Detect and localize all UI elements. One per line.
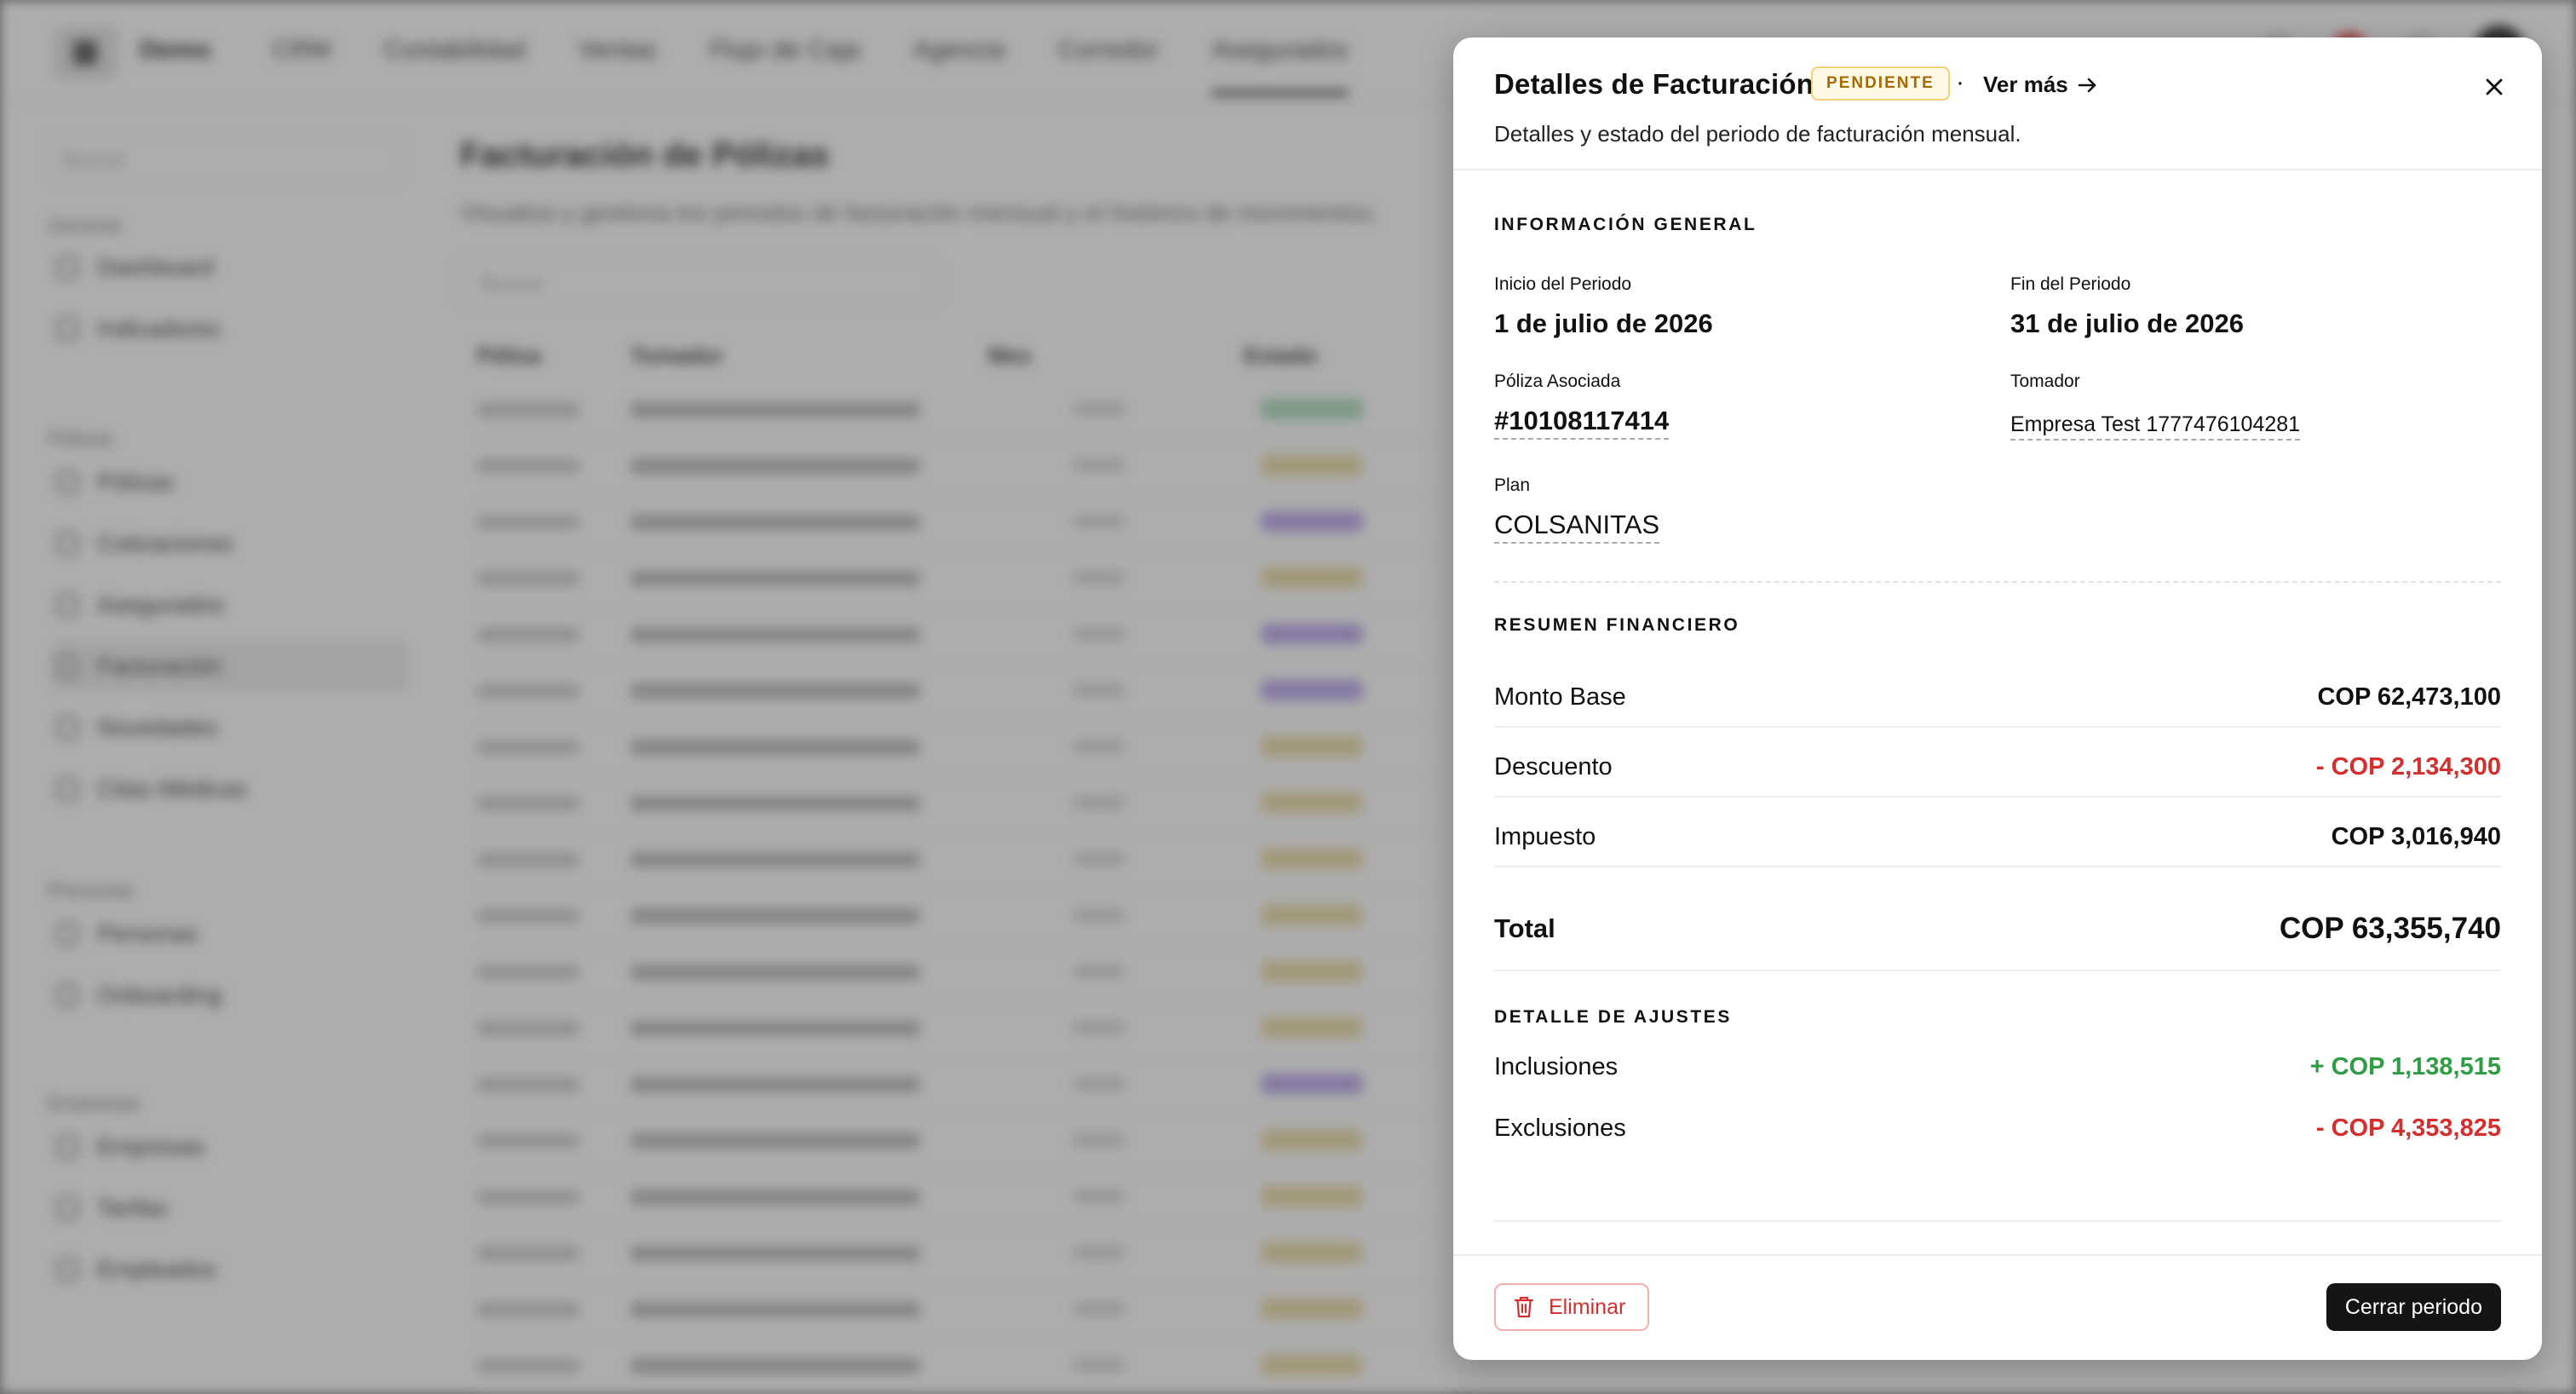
section-divider bbox=[1494, 581, 2501, 583]
tax-value: COP 3,016,940 bbox=[2331, 823, 2501, 850]
dialog-footer: Eliminar Cerrar periodo bbox=[1453, 1254, 2542, 1360]
period-start-value: 1 de julio de 2026 bbox=[1494, 308, 1713, 338]
holder-label: Tomador bbox=[2010, 372, 2080, 391]
plan-label: Plan bbox=[1494, 475, 1531, 495]
tax-label: Impuesto bbox=[1494, 823, 1596, 850]
header-separator: · bbox=[1956, 68, 1964, 96]
discount-value: - COP 2,134,300 bbox=[2315, 753, 2501, 781]
delete-label: Eliminar bbox=[1549, 1294, 1626, 1319]
inclusions-value: + COP 1,138,515 bbox=[2309, 1053, 2501, 1080]
dialog-header: Detalles de Facturación PENDIENTE · Ver … bbox=[1453, 37, 2542, 170]
section-title-adjustments: DETALLE DE AJUSTES bbox=[1494, 1007, 1732, 1027]
holder-link[interactable]: Empresa Test 1777476104281 bbox=[2010, 412, 2301, 441]
status-badge: PENDIENTE bbox=[1811, 66, 1950, 101]
period-end-value: 31 de julio de 2026 bbox=[2010, 308, 2244, 338]
section-divider bbox=[1494, 970, 2501, 971]
inclusions-label: Inclusiones bbox=[1494, 1053, 1619, 1080]
period-start-label: Inicio del Periodo bbox=[1494, 274, 1632, 294]
trash-icon bbox=[1514, 1296, 1534, 1318]
close-button[interactable] bbox=[2484, 72, 2504, 105]
dialog-subtitle: Detalles y estado del periodo de factura… bbox=[1494, 121, 2021, 147]
policy-label: Póliza Asociada bbox=[1494, 372, 1621, 391]
row-divider bbox=[1494, 726, 2501, 728]
section-title-financial: RESUMEN FINANCIERO bbox=[1494, 615, 1740, 635]
delete-button[interactable]: Eliminar bbox=[1494, 1283, 1650, 1331]
policy-link[interactable]: #10108117414 bbox=[1494, 406, 1670, 440]
exclusions-value: - COP 4,353,825 bbox=[2315, 1115, 2501, 1142]
section-title-general: INFORMACIÓN GENERAL bbox=[1494, 215, 1757, 234]
row-divider bbox=[1494, 796, 2501, 798]
close-icon bbox=[2486, 78, 2503, 95]
base-amount-value: COP 62,473,100 bbox=[2317, 683, 2501, 711]
exclusions-label: Exclusiones bbox=[1494, 1115, 1626, 1142]
total-label: Total bbox=[1494, 913, 1555, 943]
see-more-label: Ver más bbox=[1983, 72, 2068, 97]
base-amount-label: Monto Base bbox=[1494, 683, 1626, 711]
row-divider bbox=[1494, 866, 2501, 867]
see-more-link[interactable]: Ver más bbox=[1983, 72, 2098, 98]
close-period-button[interactable]: Cerrar periodo bbox=[2326, 1283, 2501, 1331]
section-divider bbox=[1494, 1220, 2501, 1222]
arrow-right-icon bbox=[2078, 78, 2096, 93]
billing-details-dialog: Detalles de Facturación PENDIENTE · Ver … bbox=[1453, 37, 2542, 1360]
total-value: COP 63,355,740 bbox=[2279, 912, 2501, 945]
period-end-label: Fin del Periodo bbox=[2010, 274, 2131, 294]
plan-link[interactable]: COLSANITAS bbox=[1494, 510, 1660, 544]
discount-label: Descuento bbox=[1494, 753, 1613, 781]
dialog-title: Detalles de Facturación bbox=[1494, 68, 1814, 100]
